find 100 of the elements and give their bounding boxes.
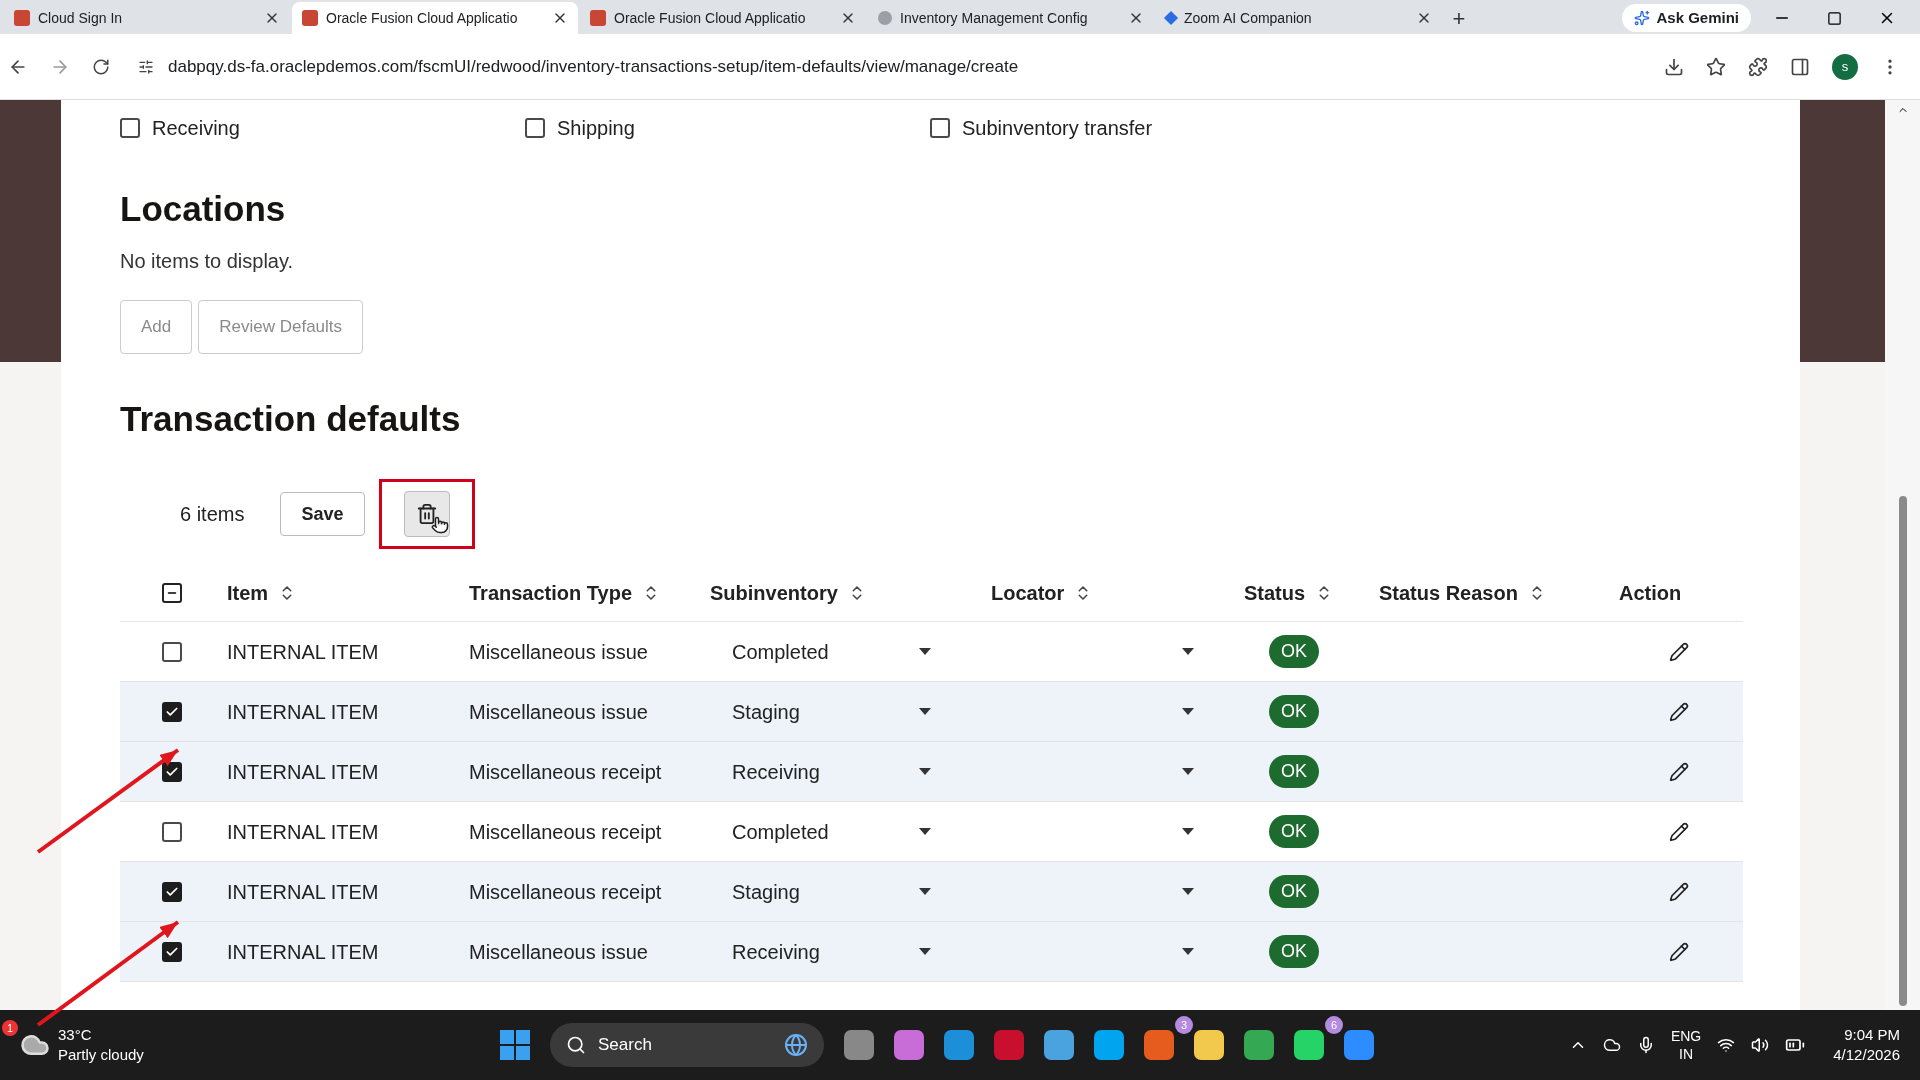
app-icon[interactable] xyxy=(1144,1030,1174,1060)
bookmark-icon[interactable] xyxy=(1706,56,1726,77)
status-badge: OK xyxy=(1269,935,1319,968)
app-icon[interactable] xyxy=(944,1030,974,1060)
new-tab-button[interactable]: + xyxy=(1444,2,1474,34)
dropdown-icon xyxy=(919,648,931,655)
app-icon[interactable] xyxy=(1244,1030,1274,1060)
row-checkbox[interactable] xyxy=(162,881,182,902)
table-cell-text: INTERNAL ITEM xyxy=(227,759,380,785)
weather-text: Partly cloudy xyxy=(58,1045,144,1065)
app-icon[interactable] xyxy=(1044,1030,1074,1060)
checkbox[interactable] xyxy=(930,118,950,138)
profile-avatar[interactable]: s xyxy=(1832,53,1858,80)
scrollbar-thumb[interactable] xyxy=(1898,496,1907,1006)
column-header[interactable]: Action xyxy=(1619,577,1682,608)
side-panel-icon[interactable] xyxy=(1790,56,1810,77)
app-icon[interactable] xyxy=(1344,1030,1374,1060)
browser-tab[interactable]: Zoom AI Companion xyxy=(1156,2,1442,34)
address-bar[interactable]: dabpqy.ds-fa.oraclepdemos.com/fscmUI/redwood/inventory-transactions-setup/item-defaults/view/manage/create xyxy=(132,46,1642,87)
browser-tab[interactable]: Oracle Fusion Cloud Applicatio xyxy=(292,2,578,34)
table-row[interactable]: INTERNAL ITEM Miscellaneous issue Staging OK xyxy=(120,682,1743,742)
status-badge: OK xyxy=(1269,875,1319,908)
app-icon[interactable] xyxy=(894,1030,924,1060)
row-checkbox[interactable] xyxy=(162,821,182,842)
table-cell-text: Miscellaneous receipt xyxy=(469,879,663,905)
table-row[interactable]: INTERNAL ITEM Miscellaneous issue Receiving OK xyxy=(120,922,1743,982)
app-icon[interactable] xyxy=(1094,1030,1124,1060)
app-icon[interactable] xyxy=(1194,1030,1224,1060)
start-icon[interactable] xyxy=(500,1030,530,1060)
language-text[interactable]: ENG xyxy=(1670,1027,1702,1045)
subinventory-select[interactable]: Staging xyxy=(710,696,941,727)
clock-time[interactable]: 9:04 PM xyxy=(1844,1025,1900,1045)
column-header[interactable]: Locator xyxy=(991,577,1065,608)
column-header[interactable]: Subinventory xyxy=(710,577,838,608)
hand-cursor-icon xyxy=(430,516,449,534)
checkbox-label: Subinventory transfer xyxy=(962,116,1153,141)
cloud-icon[interactable] xyxy=(1602,1036,1621,1054)
dropdown-icon xyxy=(1182,708,1194,715)
delete-button[interactable] xyxy=(403,491,450,537)
row-checkbox[interactable] xyxy=(162,641,182,662)
edit-icon[interactable] xyxy=(1669,821,1689,842)
table-cell-text: INTERNAL ITEM xyxy=(227,939,380,965)
tab-title: Oracle Fusion Cloud Applicatio xyxy=(614,8,807,28)
site-icon xyxy=(14,10,30,26)
subinventory-select[interactable]: Completed xyxy=(710,636,941,667)
taskbar-search[interactable]: Search xyxy=(550,1023,824,1067)
browser-tab[interactable]: Cloud Sign In xyxy=(4,2,290,34)
table-cell-text: Miscellaneous receipt xyxy=(469,759,663,785)
maximize-icon[interactable] xyxy=(1827,10,1842,26)
table-cell-text: INTERNAL ITEM xyxy=(227,699,380,725)
notification-badge: 6 xyxy=(1325,1016,1343,1034)
edit-icon[interactable] xyxy=(1669,941,1689,962)
notification-badge: 3 xyxy=(1175,1016,1193,1034)
table-row[interactable]: INTERNAL ITEM Miscellaneous receipt Staging OK xyxy=(120,862,1743,922)
column-header[interactable]: Transaction Type xyxy=(469,577,632,608)
site-icon xyxy=(590,10,606,26)
install-icon[interactable] xyxy=(1664,56,1684,77)
subinventory-select[interactable]: Completed xyxy=(710,816,941,847)
table-row[interactable]: INTERNAL ITEM Miscellaneous receipt Receiving OK xyxy=(120,742,1743,802)
app-icon[interactable] xyxy=(844,1030,874,1060)
subinventory-select[interactable]: Receiving xyxy=(710,936,941,967)
save-button[interactable]: Save xyxy=(280,492,365,536)
tab-title: Inventory Management Config xyxy=(900,8,1089,28)
edit-icon[interactable] xyxy=(1669,881,1689,902)
select-all-checkbox[interactable] xyxy=(162,582,182,603)
tab-title: Zoom AI Companion xyxy=(1184,8,1313,28)
volume-icon[interactable] xyxy=(1751,1036,1770,1054)
row-checkbox[interactable] xyxy=(162,761,182,782)
dropdown-icon xyxy=(1182,828,1194,835)
checkbox[interactable] xyxy=(120,118,140,138)
gemini-button[interactable]: Ask Gemini xyxy=(1622,4,1751,32)
table-cell-text: Miscellaneous issue xyxy=(469,939,649,965)
checkbox[interactable] xyxy=(525,118,545,138)
edit-icon[interactable] xyxy=(1669,701,1689,722)
site-settings-icon[interactable] xyxy=(138,58,154,75)
browser-tab[interactable]: Oracle Fusion Cloud Applicatio xyxy=(580,2,866,34)
row-checkbox[interactable] xyxy=(162,701,182,722)
column-header[interactable]: Status Reason xyxy=(1379,577,1518,608)
subinventory-select[interactable]: Staging xyxy=(710,876,941,907)
extensions-icon[interactable] xyxy=(1748,56,1768,77)
section-title: Locations xyxy=(120,188,287,230)
reload-icon[interactable] xyxy=(92,57,110,76)
tab-title: Cloud Sign In xyxy=(38,8,124,28)
edit-icon[interactable] xyxy=(1669,761,1689,782)
action-button[interactable]: Review Defaults xyxy=(198,300,364,354)
column-header[interactable]: Status xyxy=(1244,577,1306,608)
column-header[interactable]: Item xyxy=(227,577,269,608)
browser-tab[interactable]: Inventory Management Config xyxy=(868,2,1154,34)
status-badge: OK xyxy=(1269,695,1319,728)
search-icon xyxy=(566,1035,586,1055)
wifi-icon[interactable] xyxy=(1717,1036,1736,1054)
table-cell-text: INTERNAL ITEM xyxy=(227,879,380,905)
clock-date[interactable]: 4/12/2026 xyxy=(1833,1045,1900,1065)
edit-icon[interactable] xyxy=(1669,641,1689,662)
subinventory-select[interactable]: Receiving xyxy=(710,756,941,787)
region-text[interactable]: IN xyxy=(1679,1045,1694,1063)
site-icon xyxy=(878,11,892,25)
dropdown-icon xyxy=(919,828,931,835)
row-checkbox[interactable] xyxy=(162,941,182,962)
app-icon[interactable] xyxy=(1294,1030,1324,1060)
